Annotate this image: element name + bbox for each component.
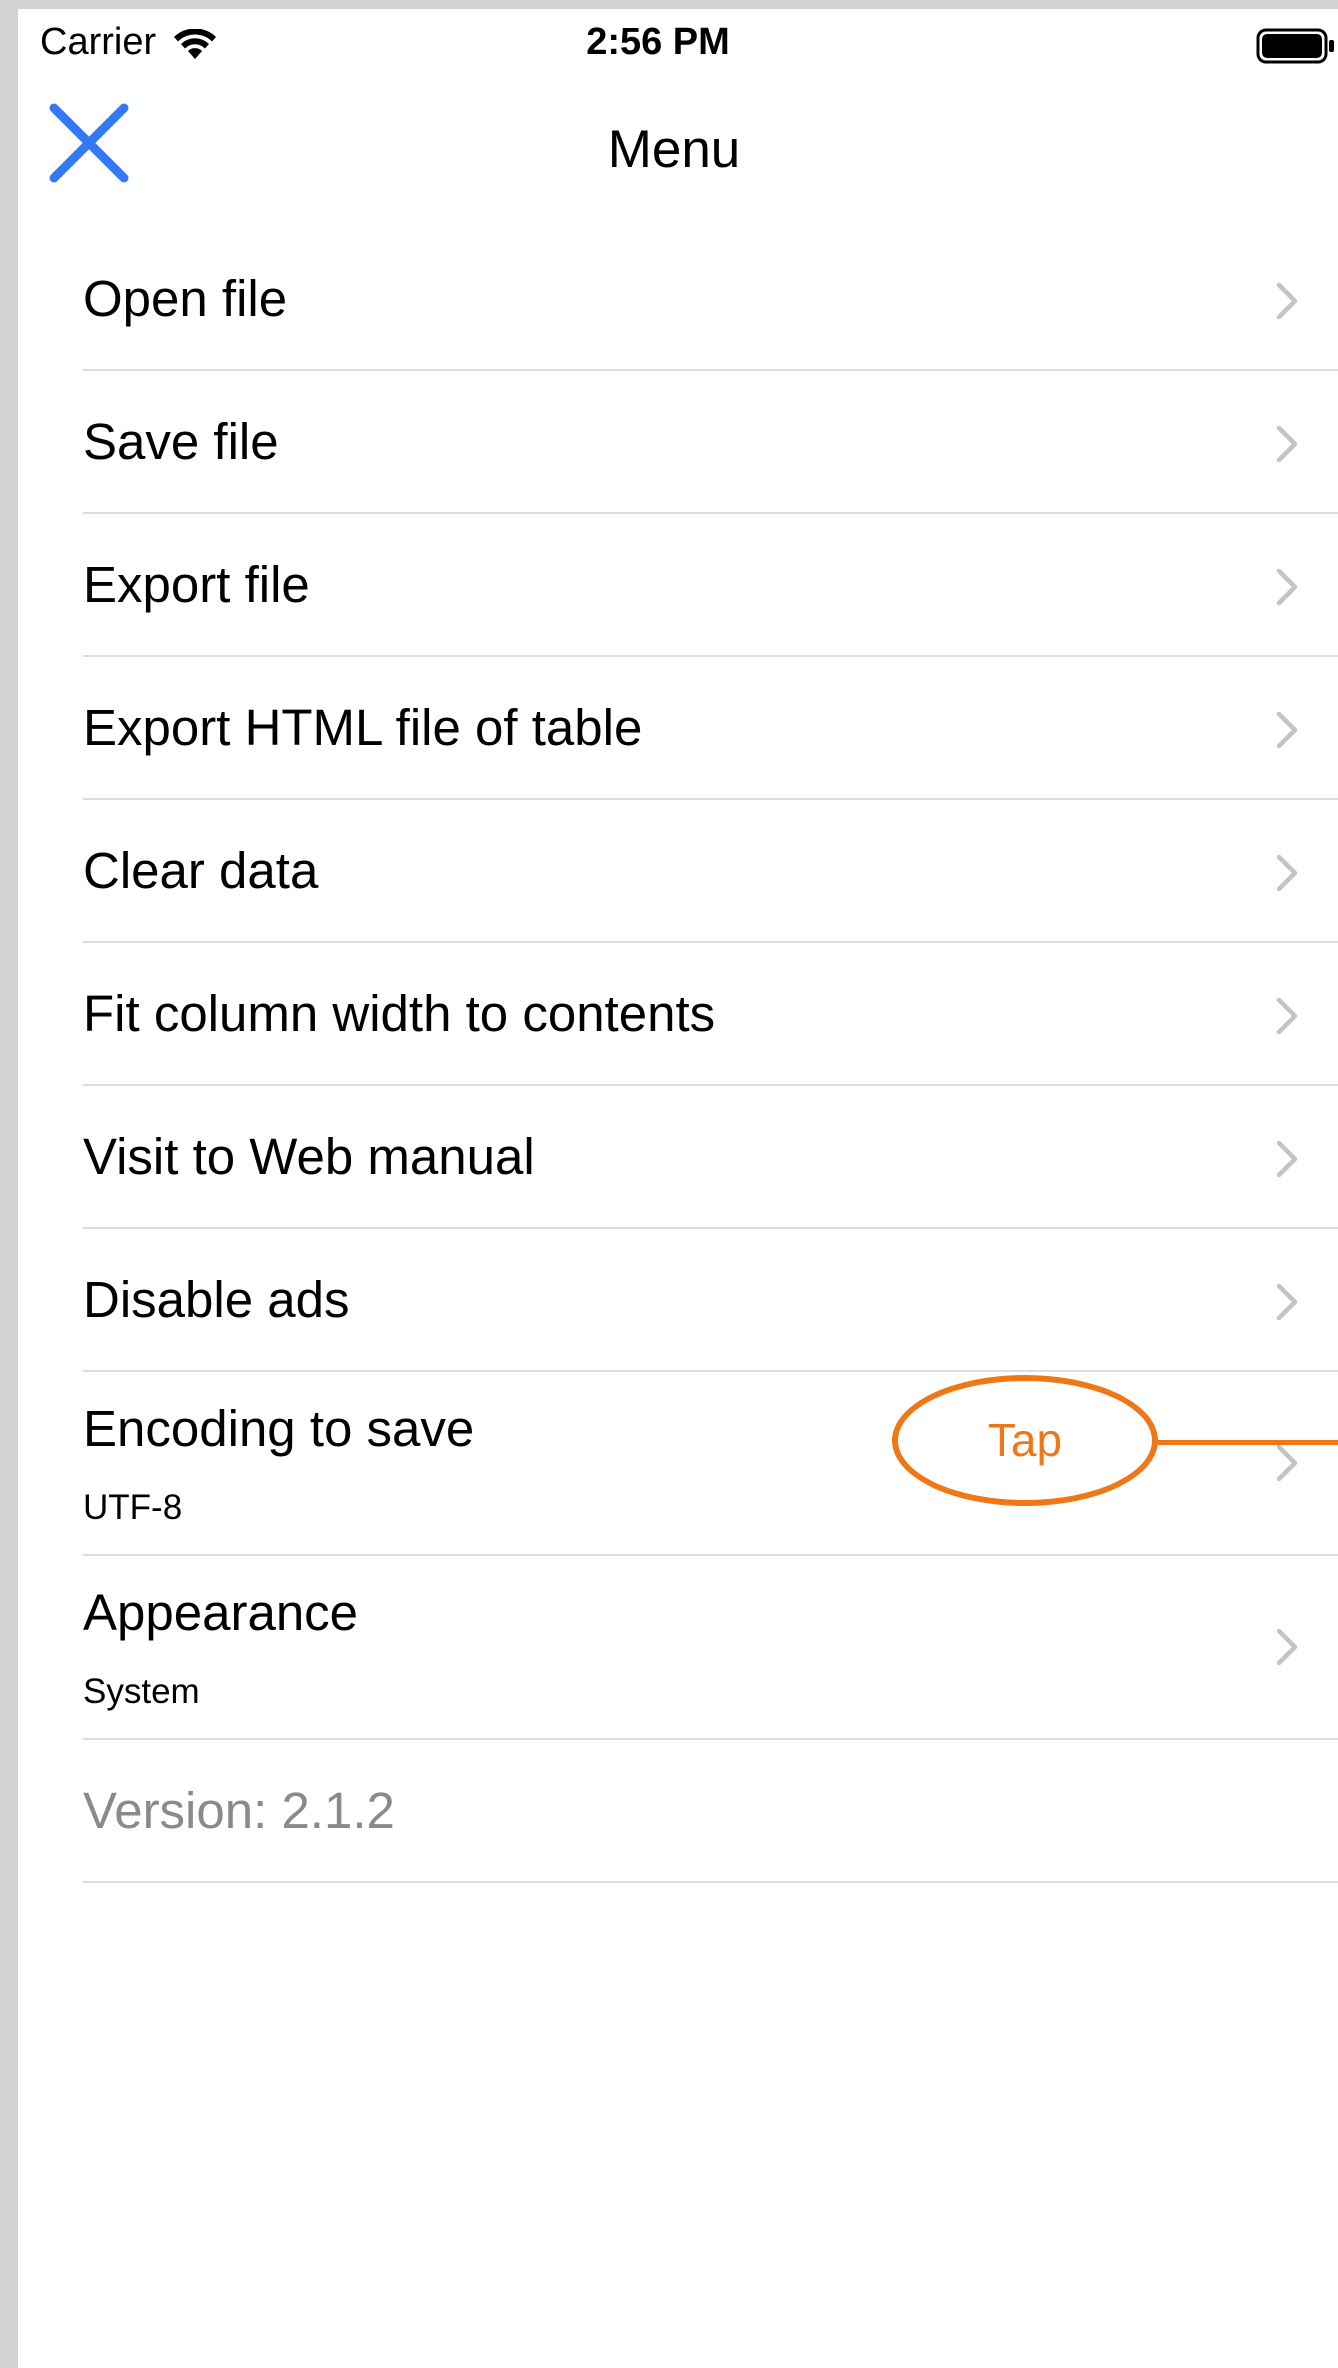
chevron-right-icon xyxy=(1276,1628,1298,1666)
menu-item-disable-ads[interactable]: Disable ads xyxy=(83,1229,1338,1372)
menu-item-value: System xyxy=(83,1672,200,1711)
menu-item-open-file[interactable]: Open file xyxy=(83,228,1338,371)
menu-item-label: Export file xyxy=(83,556,310,613)
chevron-right-icon xyxy=(1276,1283,1298,1321)
menu-item-label: Fit column width to contents xyxy=(83,985,716,1042)
version-row: Version: 2.1.2 xyxy=(83,1740,1338,1883)
menu-item-fit-column-width[interactable]: Fit column width to contents xyxy=(83,943,1338,1086)
menu-item-export-html[interactable]: Export HTML file of table xyxy=(83,657,1338,800)
menu-item-label: Visit to Web manual xyxy=(83,1128,535,1185)
chevron-right-icon xyxy=(1276,568,1298,606)
version-label: Version: 2.1.2 xyxy=(83,1782,395,1839)
menu-item-label: Clear data xyxy=(83,842,319,899)
menu-item-label: Encoding to save xyxy=(83,1400,475,1457)
menu-item-export-file[interactable]: Export file xyxy=(83,514,1338,657)
menu-item-encoding[interactable]: Encoding to save UTF-8 xyxy=(83,1372,1338,1556)
menu-item-value: UTF-8 xyxy=(83,1488,183,1527)
chevron-right-icon xyxy=(1276,425,1298,463)
chevron-right-icon xyxy=(1276,282,1298,320)
menu-list: Open file Save file Export file Export H… xyxy=(18,228,1338,1883)
tap-annotation: Tap xyxy=(892,1375,1158,1506)
tap-annotation-line xyxy=(1158,1440,1338,1445)
menu-item-label: Appearance xyxy=(83,1584,359,1641)
battery-icon xyxy=(1256,28,1334,64)
menu-item-label: Save file xyxy=(83,413,279,470)
chevron-right-icon xyxy=(1276,711,1298,749)
chevron-right-icon xyxy=(1276,1140,1298,1178)
status-time: 2:56 PM xyxy=(586,21,730,63)
menu-item-label: Export HTML file of table xyxy=(83,699,643,756)
app-screen: Carrier 2:56 PM Menu Open file Save file… xyxy=(18,9,1338,2368)
menu-item-label: Open file xyxy=(83,270,288,327)
menu-item-label: Disable ads xyxy=(83,1271,350,1328)
chevron-right-icon xyxy=(1276,854,1298,892)
menu-item-save-file[interactable]: Save file xyxy=(83,371,1338,514)
menu-item-web-manual[interactable]: Visit to Web manual xyxy=(83,1086,1338,1229)
menu-item-clear-data[interactable]: Clear data xyxy=(83,800,1338,943)
chevron-right-icon xyxy=(1276,1444,1298,1482)
menu-item-appearance[interactable]: Appearance System xyxy=(83,1556,1338,1740)
chevron-right-icon xyxy=(1276,997,1298,1035)
page-title: Menu xyxy=(607,120,741,179)
